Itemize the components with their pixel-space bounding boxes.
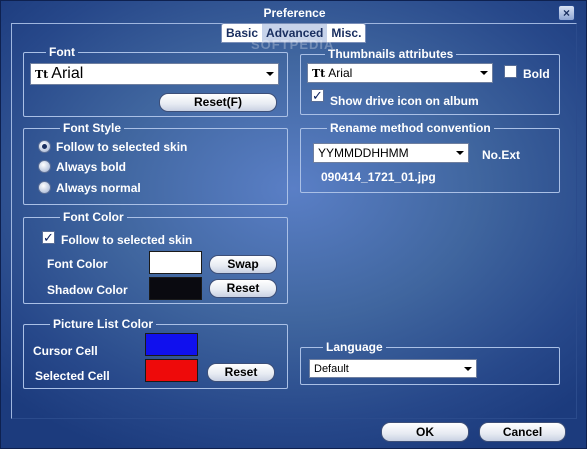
thumbnail-font-select[interactable]: Tt Arial [307, 63, 493, 83]
language-select[interactable]: Default [309, 359, 477, 378]
preference-window: Preference × Basic Advanced Misc. SOFTPE… [0, 0, 587, 449]
cursor-cell-label: Cursor Cell [33, 344, 98, 358]
window-title: Preference [263, 6, 326, 20]
rename-ext-label: No.Ext [482, 148, 521, 162]
shadow-color-label: Shadow Color [47, 283, 128, 297]
chevron-down-icon [464, 366, 472, 371]
font-color-reset-button[interactable]: Reset [209, 279, 277, 298]
rename-example: 090414_1721_01.jpg [321, 170, 436, 184]
ok-button[interactable]: OK [381, 422, 469, 442]
chevron-down-icon [480, 71, 488, 75]
language-value: Default [314, 362, 349, 375]
font-color-label: Font Color [47, 257, 108, 271]
bold-checkbox-label: Bold [523, 67, 550, 81]
radio-follow-skin[interactable] [38, 140, 51, 153]
font-select-value: Arial [51, 65, 84, 82]
font-type-icon: Tt [35, 67, 49, 81]
swap-button[interactable]: Swap [209, 255, 277, 274]
close-button[interactable]: × [558, 5, 575, 21]
rename-title: Rename method convention [330, 121, 491, 135]
font-color-swatch[interactable] [149, 251, 202, 274]
shadow-color-swatch[interactable] [149, 277, 202, 300]
font-style-title: Font Style [63, 121, 122, 135]
radio-always-normal-label: Always normal [56, 181, 141, 195]
font-reset-button[interactable]: Reset(F) [159, 93, 277, 112]
follow-skin-checkbox[interactable]: ✓ [42, 231, 55, 244]
language-title: Language [326, 340, 383, 354]
radio-always-bold[interactable] [38, 160, 51, 173]
radio-follow-skin-label: Follow to selected skin [56, 140, 188, 154]
cancel-button[interactable]: Cancel [479, 422, 566, 442]
follow-skin-checkbox-label: Follow to selected skin [61, 233, 193, 247]
font-type-icon: Tt [312, 66, 326, 80]
cursor-cell-swatch[interactable] [145, 333, 198, 356]
selected-cell-swatch[interactable] [145, 359, 198, 382]
font-color-title: Font Color [63, 210, 124, 224]
show-drive-checkbox[interactable]: ✓ [311, 89, 324, 102]
radio-always-normal[interactable] [38, 181, 51, 194]
picture-list-title: Picture List Color [53, 317, 154, 331]
rename-format-value: YYMMDDHHMM [318, 146, 409, 160]
bold-checkbox[interactable] [504, 65, 517, 78]
font-select[interactable]: Tt Arial [30, 63, 279, 85]
chevron-down-icon [456, 151, 464, 155]
radio-always-bold-label: Always bold [56, 160, 127, 174]
rename-format-select[interactable]: YYMMDDHHMM [313, 143, 469, 163]
picture-list-reset-button[interactable]: Reset [207, 363, 275, 382]
chevron-down-icon [266, 72, 274, 76]
thumbnail-font-value: Arial [328, 66, 353, 80]
font-group-title: Font [49, 45, 75, 59]
selected-cell-label: Selected Cell [35, 369, 110, 383]
thumbnails-title: Thumbnails attributes [328, 47, 454, 61]
show-drive-checkbox-label: Show drive icon on album [330, 94, 479, 108]
